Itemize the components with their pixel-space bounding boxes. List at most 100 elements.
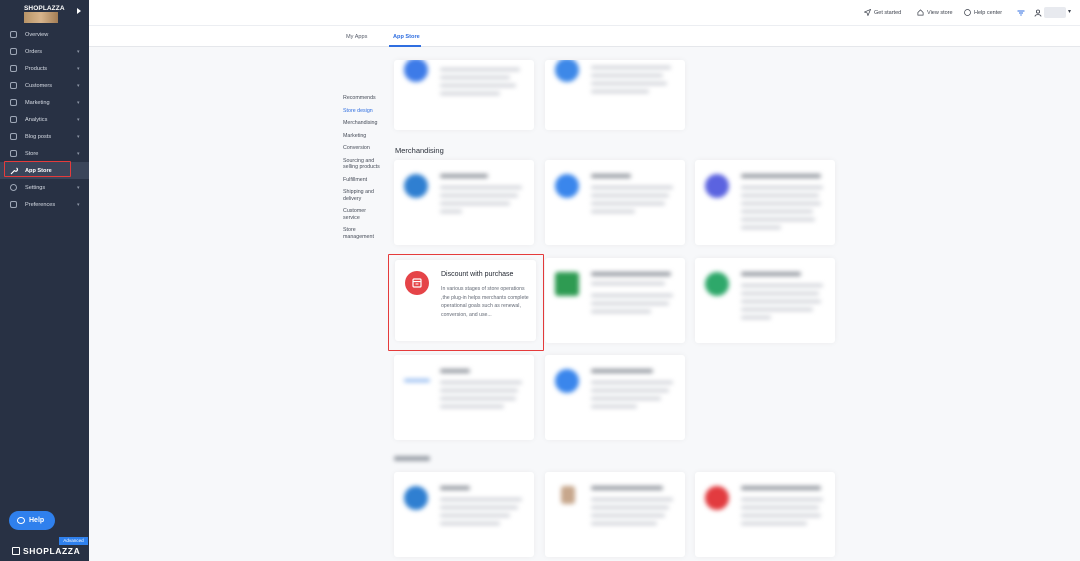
products-icon <box>10 65 17 72</box>
sidebar-item-label: Analytics <box>25 117 48 123</box>
active-tab-indicator <box>389 45 421 47</box>
tab-app-store[interactable]: App Store <box>393 34 420 40</box>
home-icon <box>917 9 924 16</box>
help-center-label: Help center <box>974 9 1003 16</box>
app-card-blurred[interactable] <box>545 472 685 557</box>
brand-name: SHOPLAZZA <box>23 546 81 556</box>
chevron-down-icon: ▾ <box>77 49 80 55</box>
chevron-down-icon: ▾ <box>77 66 80 72</box>
app-store-highlight <box>4 161 71 177</box>
sidebar-item-label: Store <box>25 151 39 157</box>
settings-icon <box>10 184 17 191</box>
category-fulfillment[interactable]: Fulfillment <box>343 177 388 184</box>
app-card-blurred[interactable] <box>545 160 685 245</box>
category-conversion[interactable]: Conversion <box>343 145 388 152</box>
account-name-blurred[interactable] <box>1044 7 1066 18</box>
category-marketing[interactable]: Marketing <box>343 133 388 140</box>
sidebar-item-customers[interactable]: Customers ▾ <box>0 77 89 94</box>
section-title-blurred <box>394 456 430 461</box>
view-store-label: View store <box>927 9 953 16</box>
view-store-link[interactable]: View store <box>917 9 953 16</box>
account-dropdown-icon[interactable]: ▾ <box>1068 8 1071 15</box>
user-icon[interactable] <box>1034 9 1042 17</box>
sidebar: SHOPLAZZA Overview Orders ▾ Products ▾ Cus… <box>0 0 89 561</box>
analytics-icon <box>10 116 17 123</box>
category-customer-service[interactable]: Customer service <box>343 208 379 221</box>
blog-icon <box>10 133 17 140</box>
plan-badge: Advanced <box>59 537 88 545</box>
app-card-blurred[interactable] <box>394 355 534 440</box>
preferences-icon <box>10 201 17 208</box>
discount-app-icon <box>405 271 429 295</box>
app-card-blurred[interactable] <box>695 472 835 557</box>
brand-logo: SHOPLAZZA <box>12 546 80 556</box>
paper-plane-icon <box>864 9 871 16</box>
app-card-blurred[interactable] <box>545 60 685 130</box>
sidebar-item-orders[interactable]: Orders ▾ <box>0 43 89 60</box>
sidebar-item-label: Marketing <box>25 100 50 106</box>
category-store-design[interactable]: Store design <box>343 108 388 115</box>
shoplazza-logo-icon <box>12 547 20 555</box>
sidebar-item-products[interactable]: Products ▾ <box>0 60 89 77</box>
expand-arrow-icon[interactable] <box>77 8 81 14</box>
chevron-down-icon: ▾ <box>77 83 80 89</box>
app-description: In various stages of store operations ,t… <box>441 286 529 318</box>
sidebar-item-label: Settings <box>25 185 46 191</box>
sidebar-item-label: Orders <box>25 49 43 55</box>
sidebar-item-blog-posts[interactable]: Blog posts ▾ <box>0 128 89 145</box>
get-started-link[interactable]: Get started <box>864 9 901 16</box>
app-title: Discount with purchase <box>441 271 514 278</box>
sidebar-item-overview[interactable]: Overview <box>0 26 89 43</box>
app-card-blurred[interactable] <box>695 160 835 245</box>
chevron-down-icon: ▾ <box>77 185 80 191</box>
sidebar-item-store[interactable]: Store ▾ <box>0 145 89 162</box>
customers-icon <box>10 82 17 89</box>
sidebar-nav: Overview Orders ▾ Products ▾ Customers ▾ Ma… <box>0 26 89 213</box>
category-store-management[interactable]: Store management <box>343 227 383 240</box>
section-title-merchandising: Merchandising <box>395 146 444 155</box>
sidebar-item-settings[interactable]: Settings ▾ <box>0 179 89 196</box>
category-recommends[interactable]: Recommends <box>343 95 388 102</box>
chevron-down-icon: ▾ <box>77 151 80 157</box>
top-bar: Get started View store Help center ▾ <box>89 0 1080 26</box>
app-card-blurred[interactable] <box>545 258 685 343</box>
chevron-down-icon: ▾ <box>77 202 80 208</box>
category-merchandising[interactable]: Merchandising <box>343 120 388 127</box>
chevron-down-icon: ▾ <box>77 134 80 140</box>
app-card-blurred[interactable] <box>394 160 534 245</box>
app-card-blurred[interactable] <box>545 355 685 440</box>
store-thumbnail <box>24 12 58 23</box>
app-card-blurred[interactable] <box>394 60 534 130</box>
help-center-link[interactable]: Help center <box>964 9 1002 16</box>
category-sourcing[interactable]: Sourcing and selling products <box>343 158 385 171</box>
question-circle-icon <box>964 9 971 16</box>
category-nav: Recommends Store design Merchandising Ma… <box>343 95 388 246</box>
chevron-down-icon: ▾ <box>77 117 80 123</box>
signal-icon[interactable] <box>1017 9 1025 17</box>
sidebar-item-label: Customers <box>25 83 53 89</box>
tab-bar: My Apps App Store <box>89 26 1080 47</box>
tab-my-apps[interactable]: My Apps <box>346 34 367 40</box>
store-name: SHOPLAZZA <box>24 5 65 12</box>
sidebar-item-analytics[interactable]: Analytics ▾ <box>0 111 89 128</box>
app-card-discount-with-purchase[interactable]: Discount with purchase In various stages… <box>395 260 536 341</box>
store-switcher[interactable]: SHOPLAZZA <box>0 0 89 24</box>
orders-icon <box>10 48 17 55</box>
help-label: Help <box>29 517 45 524</box>
get-started-label: Get started <box>874 9 902 16</box>
sidebar-item-label: Blog posts <box>25 134 52 140</box>
sidebar-item-label: Products <box>25 66 48 72</box>
sidebar-item-marketing[interactable]: Marketing ▾ <box>0 94 89 111</box>
sidebar-item-preferences[interactable]: Preferences ▾ <box>0 196 89 213</box>
category-shipping[interactable]: Shipping and delivery <box>343 189 385 202</box>
store-icon <box>10 150 17 157</box>
sidebar-item-label: Preferences <box>25 202 56 208</box>
app-card-blurred[interactable] <box>695 258 835 343</box>
help-button[interactable]: Help <box>9 511 55 530</box>
chat-bubble-icon <box>17 517 25 524</box>
app-card-blurred[interactable] <box>394 472 534 557</box>
overview-icon <box>10 31 17 38</box>
marketing-icon <box>10 99 17 106</box>
chevron-down-icon: ▾ <box>77 100 80 106</box>
sidebar-item-label: Overview <box>25 32 49 38</box>
